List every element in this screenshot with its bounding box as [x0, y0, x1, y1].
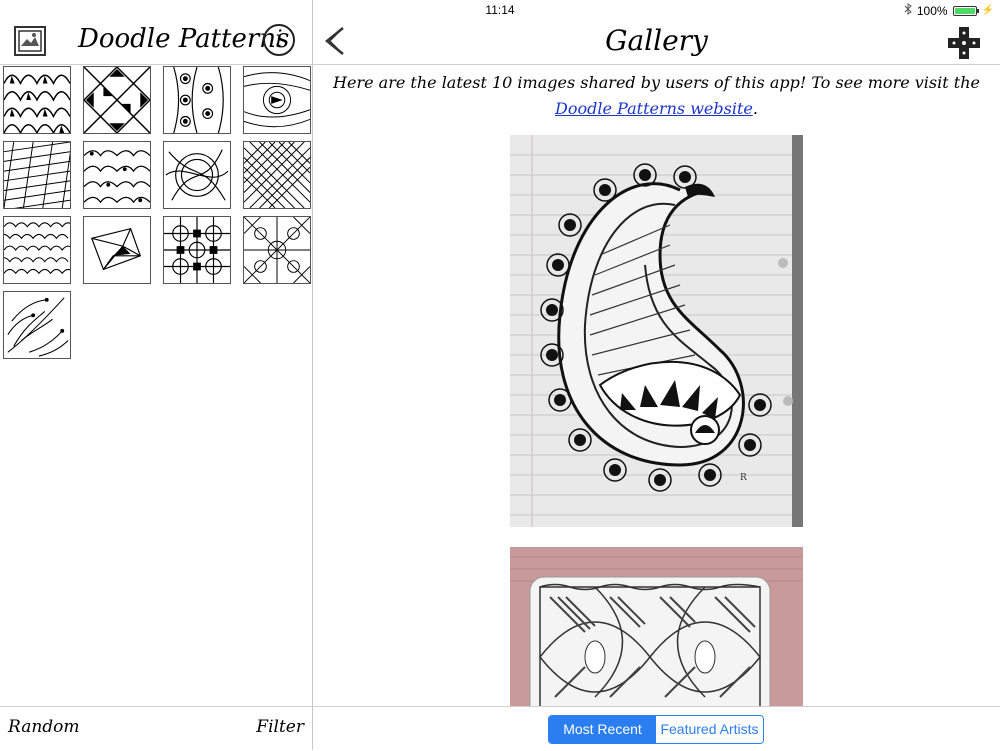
add-button[interactable]	[946, 25, 982, 61]
info-button[interactable]: i	[263, 24, 295, 56]
pattern-thumbnail[interactable]	[163, 216, 231, 284]
gallery-filter-segmented-control: Most Recent Featured Artists	[548, 715, 764, 744]
gallery-image-paisley[interactable]: R	[510, 135, 803, 527]
pattern-thumbnail[interactable]	[163, 141, 231, 209]
scales-pattern-icon	[4, 67, 70, 133]
sidebar-navbar: Doodle Patterns i	[0, 20, 312, 65]
diagonal-weave-pattern-icon	[4, 142, 70, 208]
tab-featured-artists[interactable]: Featured Artists	[656, 716, 763, 743]
feather-pattern-icon	[4, 292, 70, 358]
pattern-sidebar: Doodle Patterns i Random Filter	[0, 0, 313, 750]
app-title: Doodle Patterns	[78, 24, 290, 54]
gallery-title: Gallery	[605, 24, 708, 57]
website-link[interactable]: Doodle Patterns website	[555, 99, 753, 118]
svg-text:R: R	[740, 473, 747, 483]
diamonds-pattern-icon	[84, 67, 150, 133]
filter-button[interactable]: Filter	[256, 717, 304, 737]
circles-grid-pattern-icon	[164, 217, 230, 283]
knot-pattern-icon	[164, 142, 230, 208]
gallery-intro: Here are the latest 10 images shared by …	[313, 70, 1000, 122]
waves-pattern-icon	[84, 142, 150, 208]
pattern-thumbnail[interactable]	[83, 216, 151, 284]
pattern-thumbnail[interactable]	[83, 141, 151, 209]
pattern-thumbnail[interactable]	[243, 216, 311, 284]
pattern-thumbnail[interactable]	[3, 66, 71, 134]
pattern-thumbnail[interactable]	[243, 141, 311, 209]
status-right: 100% ⚡	[904, 3, 994, 18]
gallery-toolbar: Most Recent Featured Artists	[313, 706, 1000, 751]
intro-text: Here are the latest 10 images shared by …	[333, 73, 980, 92]
battery-icon	[952, 5, 979, 16]
plus-icon	[948, 27, 980, 59]
bluetooth-icon	[904, 3, 912, 18]
random-button[interactable]: Random	[8, 717, 80, 737]
intro-suffix: .	[752, 99, 758, 118]
charging-icon: ⚡	[981, 5, 994, 16]
tab-most-recent[interactable]: Most Recent	[549, 716, 656, 743]
pattern-thumbnail[interactable]	[243, 66, 311, 134]
star-grid-pattern-icon	[244, 217, 310, 283]
sidebar-toolbar: Random Filter	[0, 706, 312, 751]
pattern-thumbnail[interactable]	[3, 141, 71, 209]
scales-loops-pattern-icon	[4, 217, 70, 283]
pattern-thumbnail[interactable]	[3, 291, 71, 359]
gallery-image-tile[interactable]	[510, 547, 803, 707]
battery-percent: 100%	[916, 3, 948, 18]
pattern-thumbnail[interactable]	[83, 66, 151, 134]
pattern-thumbnail[interactable]	[3, 216, 71, 284]
crosshatch-pattern-icon	[244, 142, 310, 208]
pattern-thumbnail[interactable]	[163, 66, 231, 134]
swirl-pattern-icon	[244, 67, 310, 133]
crystal-pattern-icon	[84, 217, 150, 283]
bubbles-pattern-icon	[164, 67, 230, 133]
app-logo-icon[interactable]	[14, 26, 46, 56]
gallery-navbar: Gallery	[313, 20, 1000, 65]
